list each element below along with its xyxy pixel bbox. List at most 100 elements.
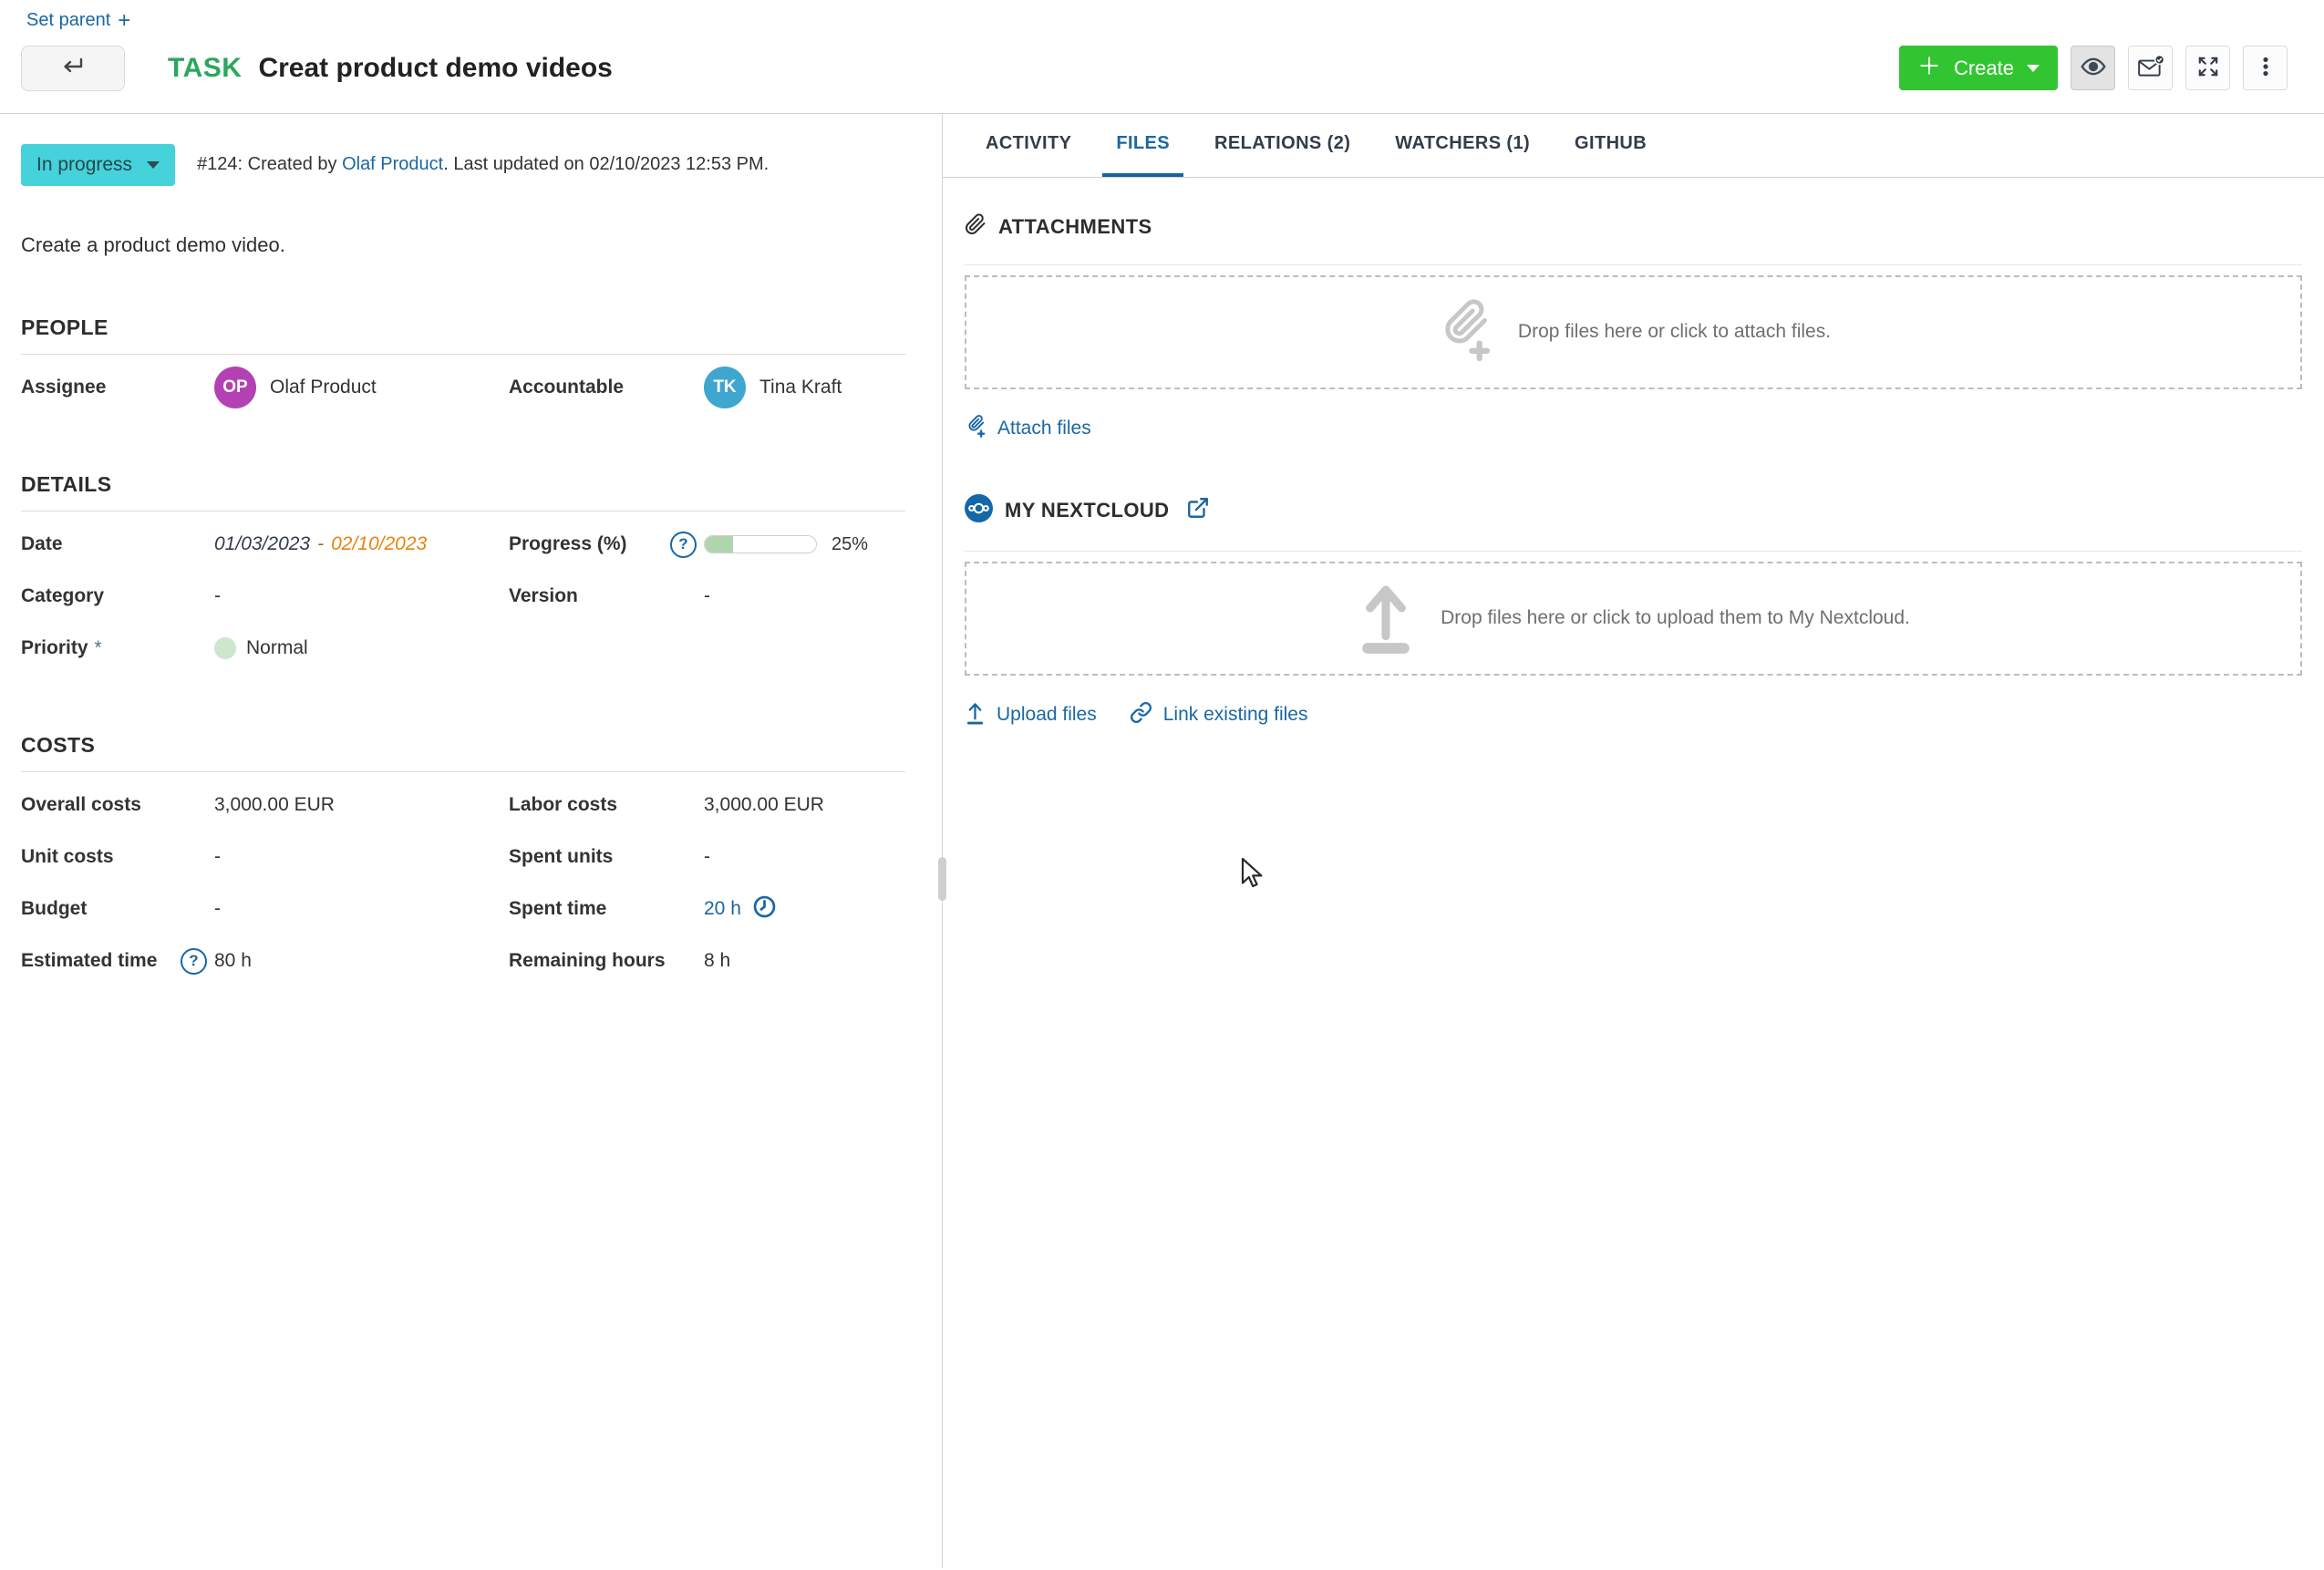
progress-label-text: Progress (%) [509, 533, 627, 555]
avatar: TK [704, 367, 746, 408]
work-package-type[interactable]: TASK [168, 53, 242, 84]
upload-files-link[interactable]: Upload files [965, 700, 1097, 730]
nextcloud-logo-icon [965, 494, 993, 528]
back-arrow-icon [59, 57, 87, 79]
tab-activity[interactable]: ACTIVITY [972, 114, 1085, 177]
header-actions: Create [1899, 46, 2288, 90]
budget-label: Budget [21, 883, 214, 935]
upload-arrow-icon [1357, 577, 1415, 659]
help-icon[interactable] [181, 948, 207, 975]
date-value[interactable]: 01/03/2023 - 02/10/2023 [214, 519, 509, 571]
remaining-hours-value[interactable]: 8 h [704, 935, 905, 987]
meta-suffix: . Last updated on 02/10/2023 12:53 PM. [443, 154, 769, 174]
files-tab-content: ATTACHMENTS Drop files here or click to … [943, 212, 2324, 730]
spent-units-label: Spent units [509, 831, 704, 883]
spent-time-text: 20 h [704, 898, 741, 920]
accountable-name: Tina Kraft [759, 377, 842, 398]
fullscreen-button[interactable] [2185, 46, 2230, 90]
page-header: Set parent + TASK Creat product demo vid… [0, 0, 2324, 114]
status-dropdown[interactable]: In progress [21, 144, 175, 186]
work-package-details-panel: In progress #124: Created by Olaf Produc… [0, 114, 943, 1568]
tab-watchers[interactable]: WATCHERS (1) [1381, 114, 1544, 177]
priority-value[interactable]: Normal [214, 623, 509, 675]
description-text[interactable]: Create a product demo video. [21, 233, 905, 257]
people-grid: Assignee OP Olaf Product Accountable TK … [21, 362, 905, 414]
nextcloud-heading: MY NEXTCLOUD [965, 494, 2302, 528]
progress-percent-text: 25% [831, 534, 868, 555]
mark-notifications-read-button[interactable] [2128, 46, 2173, 90]
work-package-header: TASK Creat product demo videos Create [0, 46, 2324, 113]
accountable-label: Accountable [509, 362, 704, 414]
assignee-value[interactable]: OP Olaf Product [214, 362, 509, 414]
budget-value[interactable]: - [214, 883, 509, 935]
section-title-costs: COSTS [21, 733, 905, 772]
spent-units-value[interactable]: - [704, 831, 905, 883]
main-content: In progress #124: Created by Olaf Produc… [0, 114, 2324, 1568]
priority-label-text: Priority [21, 637, 88, 659]
more-options-button[interactable] [2243, 46, 2288, 90]
date-separator: - [317, 533, 324, 555]
link-existing-files-label: Link existing files [1163, 704, 1308, 726]
tab-bar: ACTIVITY FILES RELATIONS (2) WATCHERS (1… [943, 114, 2324, 178]
set-parent-link[interactable]: Set parent + [26, 10, 130, 32]
panel-resize-handle[interactable] [938, 857, 946, 901]
create-button[interactable]: Create [1899, 46, 2058, 90]
costs-grid: Overall costs 3,000.00 EUR Labor costs 3… [21, 780, 905, 987]
nextcloud-dropzone[interactable]: Drop files here or click to upload them … [965, 562, 2302, 676]
category-label: Category [21, 571, 214, 623]
back-button[interactable] [21, 46, 125, 91]
priority-name: Normal [246, 637, 308, 659]
progress-bar [704, 535, 817, 553]
avatar: OP [214, 367, 256, 408]
clock-icon [752, 894, 777, 924]
external-link-icon[interactable] [1186, 496, 1210, 525]
category-value[interactable]: - [214, 571, 509, 623]
eye-icon [2081, 54, 2106, 82]
watch-button[interactable] [2071, 46, 2115, 90]
chevron-down-icon [147, 161, 160, 169]
meta-prefix: #124: Created by [197, 154, 342, 174]
remaining-hours-label: Remaining hours [509, 935, 704, 987]
unit-costs-value[interactable]: - [214, 831, 509, 883]
work-package-page: Set parent + TASK Creat product demo vid… [0, 0, 2324, 1570]
plus-icon [1917, 54, 1941, 83]
set-parent-label: Set parent [26, 10, 110, 31]
work-package-name[interactable]: Creat product demo videos [258, 53, 612, 84]
estimated-time-value[interactable]: 80 h [214, 935, 509, 987]
chevron-down-icon [2027, 65, 2040, 72]
overall-costs-value[interactable]: 3,000.00 EUR [214, 780, 509, 831]
attach-files-row: Attach files [965, 414, 2302, 443]
link-icon [1130, 701, 1152, 729]
status-label: In progress [36, 154, 132, 176]
assignee-label: Assignee [21, 362, 214, 414]
assignee-name: Olaf Product [270, 377, 377, 398]
work-package-meta: #124: Created by Olaf Product. Last upda… [197, 154, 769, 175]
section-title-people: PEOPLE [21, 315, 905, 355]
unit-costs-label: Unit costs [21, 831, 214, 883]
due-date: 02/10/2023 [331, 533, 427, 555]
attachments-dropzone[interactable]: Drop files here or click to attach files… [965, 275, 2302, 389]
upload-files-label: Upload files [997, 704, 1097, 726]
start-date: 01/03/2023 [214, 533, 310, 555]
version-value[interactable]: - [704, 571, 905, 623]
nextcloud-dropzone-text: Drop files here or click to upload them … [1441, 607, 1910, 629]
spent-time-label: Spent time [509, 883, 704, 935]
accountable-value[interactable]: TK Tina Kraft [704, 362, 905, 414]
labor-costs-value[interactable]: 3,000.00 EUR [704, 780, 905, 831]
tab-files[interactable]: FILES [1102, 114, 1183, 177]
labor-costs-label: Labor costs [509, 780, 704, 831]
link-existing-files-link[interactable]: Link existing files [1130, 701, 1308, 729]
spent-time-value: 20 h [704, 883, 905, 935]
attachments-title: ATTACHMENTS [998, 215, 1152, 239]
tab-relations[interactable]: RELATIONS (2) [1201, 114, 1364, 177]
nextcloud-actions-row: Upload files Link existing files [965, 700, 2302, 730]
work-package-side-panel: ACTIVITY FILES RELATIONS (2) WATCHERS (1… [943, 114, 2324, 1568]
author-link[interactable]: Olaf Product [342, 154, 443, 174]
help-icon[interactable] [670, 532, 697, 558]
progress-value[interactable]: 25% [704, 519, 905, 571]
kebab-menu-icon [2254, 55, 2278, 81]
attach-files-link[interactable]: Attach files [965, 414, 1091, 443]
required-marker: * [95, 637, 102, 659]
spent-time-link[interactable]: 20 h [704, 894, 777, 924]
tab-github[interactable]: GITHUB [1561, 114, 1660, 177]
